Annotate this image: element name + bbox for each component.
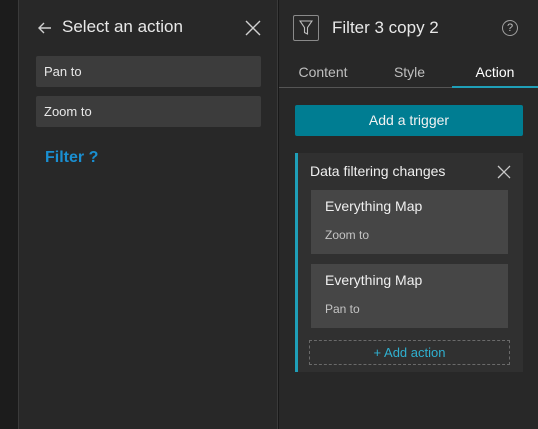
action-type: Zoom to	[325, 228, 370, 242]
trigger-card: Data filtering changes Everything Map Zo…	[295, 153, 523, 372]
widget-title: Filter 3 copy 2	[332, 18, 439, 37]
action-option-zoom-to[interactable]: Zoom to	[36, 96, 261, 127]
action-type: Pan to	[325, 302, 360, 316]
help-icon[interactable]: ?	[502, 20, 518, 36]
tab-style[interactable]: Style	[367, 56, 452, 88]
panel-title: Select an action	[62, 17, 183, 36]
widget-type-badge	[293, 15, 319, 41]
action-target: Everything Map	[325, 272, 423, 288]
select-action-panel: Select an action Pan to Zoom to Filter ?	[19, 0, 278, 429]
tab-content[interactable]: Content	[279, 56, 367, 88]
action-item-pan-to[interactable]: Everything Map Pan to	[311, 264, 508, 328]
back-button[interactable]	[35, 18, 55, 38]
trigger-title: Data filtering changes	[310, 163, 446, 179]
filter-icon	[299, 20, 313, 35]
add-action-button[interactable]: + Add action	[309, 340, 510, 365]
action-target: Everything Map	[325, 198, 423, 214]
left-edge-strip	[0, 0, 19, 429]
close-button[interactable]	[243, 18, 263, 38]
action-item-zoom-to[interactable]: Everything Map Zoom to	[311, 190, 508, 254]
active-tab-indicator	[452, 86, 538, 88]
widget-settings-panel: Filter 3 copy 2 ? Content Style Action A…	[279, 0, 538, 429]
action-option-pan-to[interactable]: Pan to	[36, 56, 261, 87]
close-icon	[497, 165, 511, 179]
tab-action[interactable]: Action	[452, 56, 538, 88]
select-action-header: Select an action	[19, 0, 277, 56]
settings-tabs: Content Style Action	[279, 56, 538, 88]
close-icon	[245, 20, 261, 36]
add-trigger-button[interactable]: Add a trigger	[295, 105, 523, 136]
filter-note: Filter ?	[45, 149, 99, 166]
remove-trigger-button[interactable]	[496, 164, 512, 180]
arrow-left-icon	[38, 22, 51, 34]
